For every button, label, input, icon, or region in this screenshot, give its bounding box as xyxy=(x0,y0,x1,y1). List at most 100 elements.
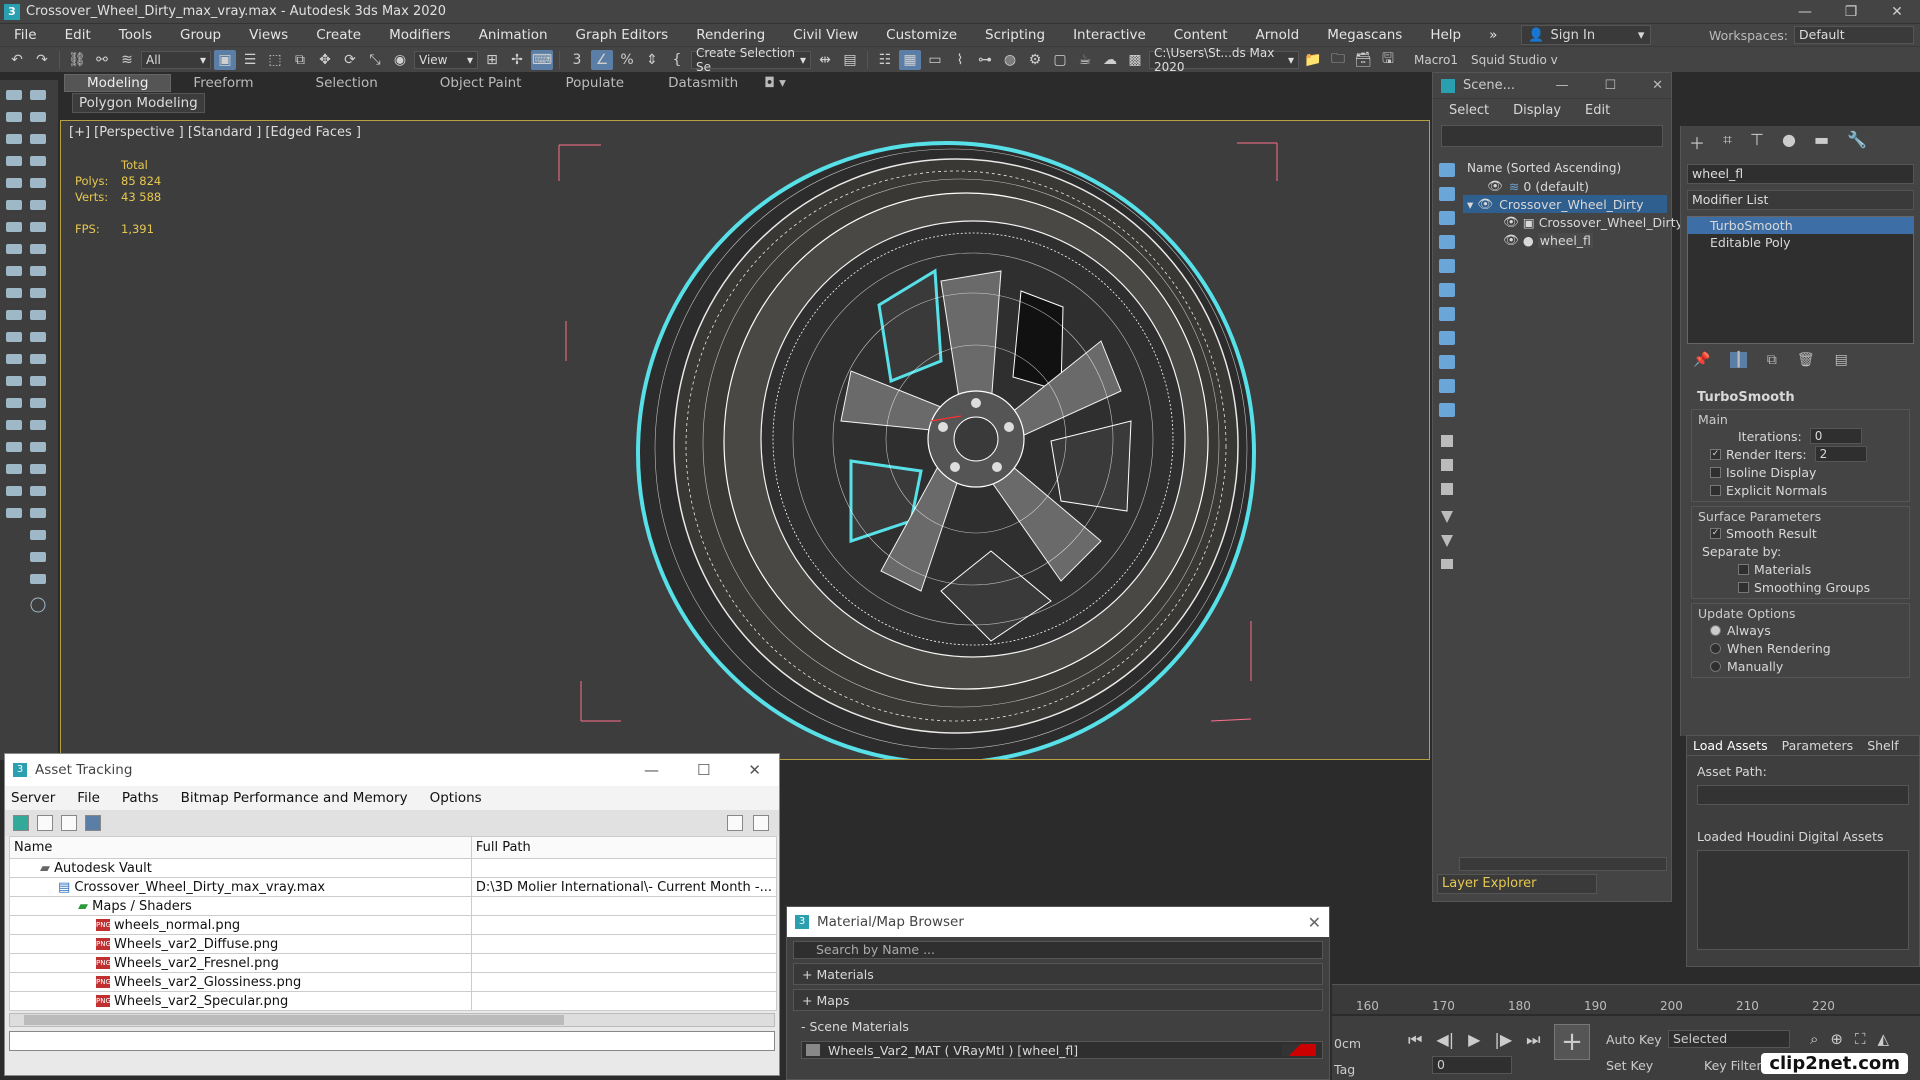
next-frame-icon[interactable]: |▶ xyxy=(1494,1030,1512,1050)
workspaces-select[interactable]: Default xyxy=(1794,26,1914,44)
smooth-result-checkbox[interactable]: ✓ xyxy=(1710,527,1721,539)
menu-rendering[interactable]: Rendering xyxy=(682,27,779,43)
stack-item-turbosmooth[interactable]: TurboSmooth xyxy=(1688,217,1913,234)
tab-shelf[interactable]: Shelf xyxy=(1867,738,1898,753)
display-tab-icon[interactable]: ▬ xyxy=(1814,130,1829,154)
menu-group[interactable]: Group xyxy=(166,27,235,43)
select-manipulate-icon[interactable]: ✢ xyxy=(506,50,528,70)
save-icon[interactable]: 🖫 xyxy=(1377,50,1399,70)
tool-icons-strip[interactable] xyxy=(0,80,58,660)
tree-column-header[interactable]: Name (Sorted Ascending) xyxy=(1463,159,1667,177)
eye-icon[interactable]: 👁 xyxy=(1487,178,1503,194)
when-rendering-radio[interactable] xyxy=(1710,642,1721,654)
menu-megascans[interactable]: Megascans xyxy=(1313,27,1416,43)
tree-node-object-wheel[interactable]: 👁 ● wheel_fl xyxy=(1463,231,1667,249)
table-row[interactable]: PNG Wheels_var2_Fresnel.png xyxy=(9,953,778,973)
menu-tools[interactable]: Tools xyxy=(105,27,166,43)
layer-explorer-select[interactable]: Layer Explorer xyxy=(1437,874,1597,894)
a360-gallery-icon[interactable]: ▩ xyxy=(1124,50,1146,70)
tab-datasmith[interactable]: Datasmith xyxy=(646,75,760,91)
spinner-snap-icon[interactable]: ⇕ xyxy=(641,50,663,70)
table-row[interactable]: ▰ Autodesk Vault xyxy=(9,858,778,878)
project-folder-icon[interactable]: 📁 xyxy=(1302,50,1324,70)
manually-radio[interactable] xyxy=(1710,660,1721,672)
perspective-viewport[interactable]: [+] [Perspective ] [Standard ] [Edged Fa… xyxy=(60,120,1430,760)
refresh-icon[interactable] xyxy=(13,815,29,831)
scene-search-input[interactable] xyxy=(1441,125,1663,147)
scene-material-item[interactable]: Wheels_Var2_MAT ( VRayMtl ) [wheel_fl] xyxy=(801,1041,1323,1059)
set-project-icon[interactable]: 🗀 xyxy=(1327,50,1349,70)
selection-filter-select[interactable]: All ▾ xyxy=(141,50,211,69)
close-button[interactable]: ✕ xyxy=(1874,4,1920,20)
render-in-cloud-icon[interactable]: ☁ xyxy=(1099,50,1121,70)
reference-coord-select[interactable]: View ▾ xyxy=(414,50,478,69)
smoothing-groups-checkbox[interactable] xyxy=(1738,581,1749,593)
tab-object-paint[interactable]: Object Paint xyxy=(418,75,544,91)
table-view-icon[interactable] xyxy=(85,815,101,831)
tab-selection[interactable]: Selection xyxy=(276,75,418,91)
go-to-start-icon[interactable]: ⏮ xyxy=(1408,1030,1422,1050)
timeline[interactable]: 160 170 180 190 200 210 220 xyxy=(1332,984,1920,1014)
table-row[interactable]: ▤ Crossover_Wheel_Dirty_max_vray.max D:\… xyxy=(9,877,778,897)
category-scene-materials[interactable]: - Scene Materials xyxy=(793,1015,1323,1037)
bind-space-warp-icon[interactable]: ≋ xyxy=(116,50,138,70)
set-key-big-button[interactable]: + xyxy=(1554,1024,1590,1060)
layer-explorer-icon[interactable]: ▦ xyxy=(899,49,921,70)
loaded-assets-list[interactable] xyxy=(1697,850,1909,950)
unlink-icon[interactable]: ⚯ xyxy=(91,50,113,70)
menu-customize[interactable]: Customize xyxy=(872,27,971,43)
table-row[interactable]: PNG Wheels_var2_Diffuse.png xyxy=(9,934,778,954)
iterations-spinner[interactable]: 0 xyxy=(1809,428,1862,444)
material-search-input[interactable]: Search by Name ... xyxy=(793,941,1323,959)
place-icon[interactable]: ◉ xyxy=(389,50,411,70)
redo-icon[interactable]: ↷ xyxy=(31,50,53,70)
close-button[interactable]: ✕ xyxy=(748,761,761,779)
select-object-icon[interactable]: ▣ xyxy=(214,49,236,70)
table-row[interactable]: PNG Wheels_var2_Glossiness.png xyxy=(9,972,778,992)
wheel-model[interactable] xyxy=(61,121,1430,760)
isoline-checkbox[interactable] xyxy=(1710,466,1721,478)
sign-in-dropdown[interactable]: 👤 Sign In ▾ xyxy=(1521,25,1652,45)
menu-create[interactable]: Create xyxy=(302,27,375,43)
edit-named-selection-icon[interactable]: { xyxy=(666,50,688,70)
rendered-frame-icon[interactable]: ▢ xyxy=(1049,50,1071,70)
thumbnail-icon[interactable] xyxy=(61,815,77,831)
table-row[interactable]: ▰ Maps / Shaders xyxy=(9,896,778,916)
menu-file[interactable]: File xyxy=(0,27,51,43)
field-of-view-icon[interactable]: ◭ xyxy=(1878,1030,1890,1048)
percent-snap-icon[interactable]: % xyxy=(616,50,638,70)
menu-graph-editors[interactable]: Graph Editors xyxy=(562,27,683,43)
keyboard-shortcut-icon[interactable]: ⌨ xyxy=(531,49,553,70)
menu-display[interactable]: Display xyxy=(1513,103,1561,118)
explicit-normals-checkbox[interactable] xyxy=(1710,484,1721,496)
current-frame-field[interactable]: 0 xyxy=(1432,1056,1512,1074)
settings-icon[interactable] xyxy=(753,815,769,831)
column-name[interactable]: Name xyxy=(9,836,472,859)
expand-icon[interactable]: ▾ xyxy=(1467,197,1473,212)
category-maps[interactable]: + Maps xyxy=(793,989,1323,1011)
tree-node-object-crossover[interactable]: 👁 ▣ Crossover_Wheel_Dirty xyxy=(1463,213,1683,231)
eye-icon[interactable]: 👁 xyxy=(1503,214,1519,230)
render-setup-icon[interactable]: ⚙ xyxy=(1024,50,1046,70)
minimize-button[interactable]: — xyxy=(644,761,659,779)
tab-load-assets[interactable]: Load Assets xyxy=(1693,738,1768,753)
make-unique-icon[interactable]: ⧉ xyxy=(1767,352,1777,368)
filter-icons[interactable] xyxy=(1435,159,1459,619)
archive-icon[interactable]: 🗃 xyxy=(1352,50,1374,70)
utilities-tab-icon[interactable]: 🔧 xyxy=(1847,130,1867,154)
menu-options[interactable]: Options xyxy=(430,790,482,806)
maximize-button[interactable]: ☐ xyxy=(1604,78,1616,93)
play-icon[interactable]: ▶ xyxy=(1468,1030,1480,1050)
maximize-button[interactable]: ☐ xyxy=(697,761,710,779)
ribbon-options-icon[interactable]: ◘ ▾ xyxy=(760,75,790,91)
modify-tab-icon[interactable]: ⌗ xyxy=(1723,130,1732,154)
set-key-button[interactable]: Set Key xyxy=(1606,1058,1653,1073)
close-button[interactable]: ✕ xyxy=(1308,913,1321,932)
remove-modifier-icon[interactable]: 🗑 xyxy=(1797,352,1815,368)
menu-overflow[interactable]: » xyxy=(1475,27,1511,43)
tab-freeform[interactable]: Freeform xyxy=(171,75,275,91)
tag-label[interactable]: Tag xyxy=(1334,1062,1355,1077)
menu-paths[interactable]: Paths xyxy=(122,790,159,806)
tab-modeling[interactable]: Modeling xyxy=(64,74,172,92)
move-icon[interactable]: ✥ xyxy=(314,50,336,70)
